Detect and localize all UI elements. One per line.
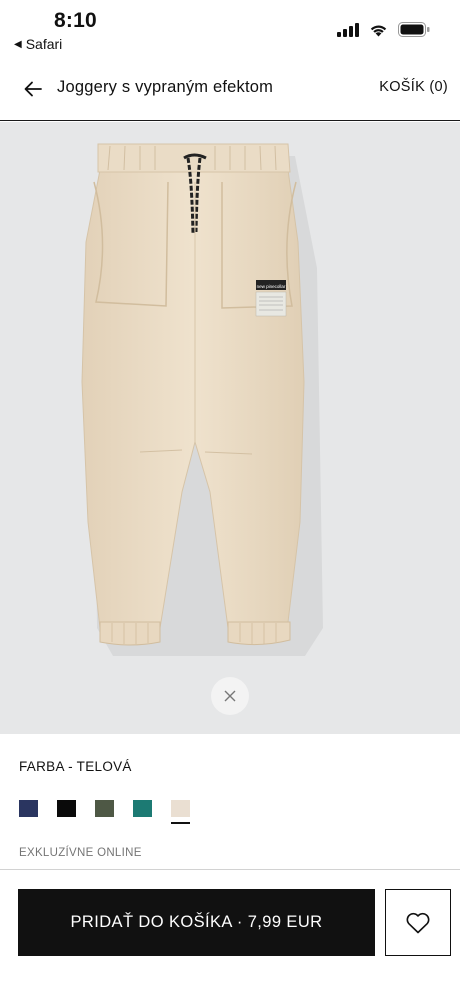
jogger-pants-image: new pinecollar [81,143,323,656]
swatch-beige[interactable] [171,800,190,824]
battery-icon [398,22,430,37]
status-icons [337,22,430,37]
swatch-fill [19,800,38,817]
page-title: Joggery s vypraným efektom [57,78,274,96]
back-app-label: Safari [25,36,63,52]
heart-icon [406,912,430,933]
swatch-fill [133,800,152,817]
exclusive-online-label: EXKLUZÍVNE ONLINE [19,847,142,859]
cart-link[interactable]: KOŠÍK (0) [379,79,448,95]
back-triangle-icon: ◀ [14,38,22,50]
swatch-olive[interactable] [95,800,114,824]
swatch-navy[interactable] [19,800,38,824]
status-time: 8:10 [54,9,97,32]
swatch-fill [171,800,190,817]
swatch-fill [57,800,76,817]
add-to-cart-button[interactable]: PRIDAŤ DO KOŠÍKA · 7,99 EUR [18,889,375,956]
cellular-signal-icon [337,22,359,37]
wishlist-button[interactable] [385,889,451,956]
swatch-black[interactable] [57,800,76,824]
divider [0,869,460,870]
back-arrow-icon[interactable] [22,78,44,100]
swatch-fill [95,800,114,817]
product-image[interactable]: new pinecollar [0,122,460,734]
close-image-button[interactable] [211,677,249,715]
back-to-app-link[interactable]: ◀ Safari [14,36,62,52]
close-icon [224,690,236,702]
color-label: FARBA - TELOVÁ [19,759,132,774]
pants-label-text: new pinecollar [257,284,286,289]
color-swatches [19,800,190,824]
status-bar: 8:10 ◀ Safari [0,0,460,58]
product-header: Joggery s vypraným efektom KOŠÍK (0) [0,58,460,121]
swatch-teal[interactable] [133,800,152,824]
wifi-icon [370,25,387,36]
